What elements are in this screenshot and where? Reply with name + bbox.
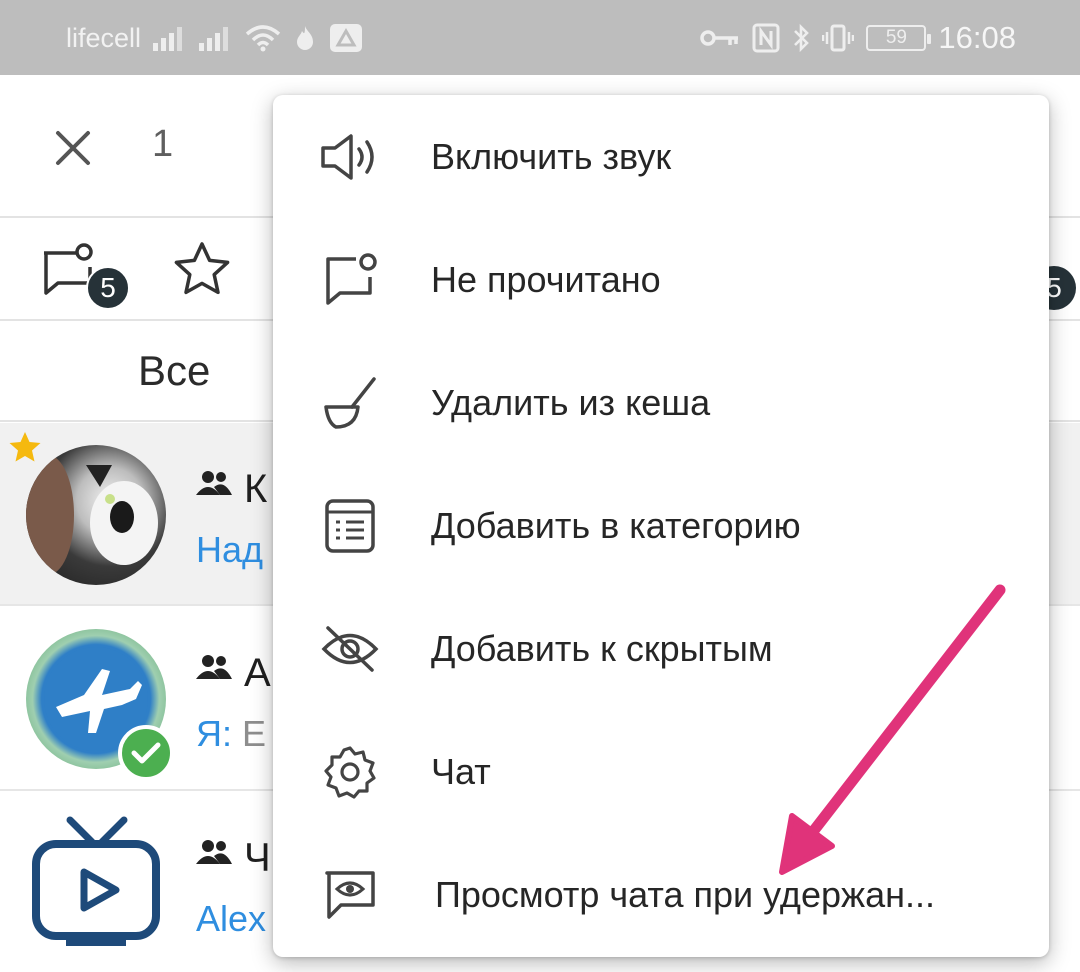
menu-item-label: Включить звук: [431, 135, 672, 177]
menu-item-add-to-category[interactable]: Добавить в категорию: [273, 464, 1049, 587]
menu-item-clear-cache[interactable]: Удалить из кеша: [273, 341, 1049, 464]
chat-preview: Над: [196, 529, 264, 570]
chat-preview-icon: [319, 864, 381, 926]
chat-title: Ч: [244, 836, 271, 880]
speaker-icon: [319, 126, 381, 188]
carrier-name: lifecell: [66, 22, 142, 53]
status-bar-right: 59 16:08: [700, 18, 1016, 58]
chat-preview: Alex: [196, 898, 267, 939]
broom-icon: [319, 372, 381, 434]
app-notification-icon: [329, 23, 363, 53]
eye-off-icon: [319, 618, 381, 680]
menu-item-label: Добавить в категорию: [431, 504, 801, 546]
menu-item-label: Чат: [431, 750, 491, 792]
battery-indicator: 59: [866, 25, 932, 51]
menu-item-mark-unread[interactable]: Не прочитано: [273, 218, 1049, 341]
list-icon: [319, 495, 381, 557]
unread-count-badge: 5: [86, 266, 130, 310]
menu-item-label: Добавить к скрытым: [431, 627, 773, 669]
clock: 16:08: [938, 20, 1016, 55]
menu-item-add-to-hidden[interactable]: Добавить к скрытым: [273, 587, 1049, 710]
tab-all[interactable]: Все: [138, 347, 210, 395]
chat-preview-text: Е: [242, 713, 267, 754]
bluetooth-icon: [792, 23, 810, 53]
vibrate-icon: [822, 23, 855, 53]
chat-title: А: [244, 651, 271, 695]
selected-count: 1: [152, 123, 174, 165]
star-icon: [174, 242, 230, 295]
menu-item-unmute[interactable]: Включить звук: [273, 95, 1049, 218]
status-bar: lifecell 59 16:08: [0, 0, 1080, 75]
favorites-filter-button[interactable]: [172, 240, 232, 303]
unread-chat-icon: [319, 249, 381, 311]
menu-item-preview-on-hold[interactable]: Просмотр чата при удержан...: [273, 833, 1049, 956]
nfc-icon: [752, 23, 780, 53]
group-icon: [196, 838, 232, 871]
key-icon: [700, 27, 740, 49]
menu-item-label: Не прочитано: [431, 258, 661, 300]
signal-icon-secondary: [199, 25, 233, 51]
chat-preview-prefix: Я:: [196, 713, 232, 754]
avatar: [26, 445, 166, 585]
group-icon: [196, 653, 232, 686]
chat-title: К: [244, 467, 268, 511]
status-bar-left: lifecell: [66, 18, 363, 58]
favorite-star-icon: [8, 431, 42, 468]
signal-icon: [153, 25, 187, 51]
chat-context-menu: Включить звук Не прочитано Удалить из ке…: [273, 95, 1049, 957]
menu-item-label: Удалить из кеша: [431, 381, 711, 423]
close-icon: [56, 131, 90, 165]
chat-preview: Я: Е: [196, 713, 266, 755]
group-icon: [196, 469, 232, 502]
flame-icon: [293, 24, 317, 52]
gear-icon: [319, 741, 381, 803]
verified-badge-icon: [118, 725, 174, 781]
menu-item-label: Просмотр чата при удержан...: [435, 873, 935, 915]
tv-channel-avatar: [26, 814, 166, 954]
menu-item-chat-settings[interactable]: Чат: [273, 710, 1049, 833]
close-selection-button[interactable]: [48, 123, 98, 173]
wifi-icon: [245, 24, 281, 52]
